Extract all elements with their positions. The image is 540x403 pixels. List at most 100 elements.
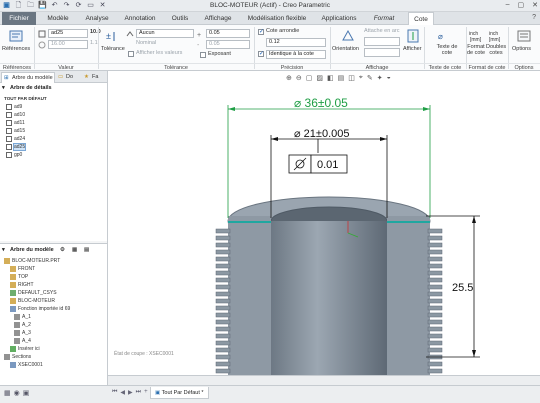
tab-affichage[interactable]: Affichage xyxy=(198,12,238,25)
annotation-display-icon[interactable]: ✎ xyxy=(367,74,373,82)
saved-views-icon[interactable]: ▤ xyxy=(338,74,345,82)
tree-options-icon[interactable]: ▤ xyxy=(84,244,89,256)
tab-outils[interactable]: Outils xyxy=(166,12,194,25)
cylindricity-tolerance[interactable]: 0.01 xyxy=(288,139,348,174)
model-tree-item[interactable]: XSEC0001 xyxy=(0,361,107,369)
dimension-inner-text[interactable]: ⌀ 21±0.005 xyxy=(294,128,349,140)
refit-icon[interactable]: ▢ xyxy=(306,74,313,82)
detail-tree-item[interactable]: ad25 xyxy=(0,143,107,151)
format-cote-icon[interactable]: inch [mm] xyxy=(468,28,484,44)
browser-toggle-icon[interactable]: ◉ xyxy=(14,389,20,397)
tab-dossiers[interactable]: ▭ Do xyxy=(56,72,80,83)
texte-cote-label[interactable]: Texte de cote xyxy=(436,44,458,56)
tolerance-label[interactable]: Tolérance xyxy=(101,46,125,52)
navigator-toggle-icon[interactable]: ▦ xyxy=(4,389,11,397)
tab-analyse[interactable]: Analyse xyxy=(80,12,114,25)
add-sheet-icon[interactable]: + xyxy=(144,389,148,396)
graphics-area[interactable]: ⊕ ⊖ ▢ ▨ ◧ ▤ ◫ ⌖ ✎ ✦ ◒ ⌀ 36±0.05 ⌀ 21±0.0… xyxy=(108,71,540,375)
engine-block-cylinder[interactable] xyxy=(227,196,431,375)
tolerance-value[interactable]: 0.01 xyxy=(317,159,338,171)
detail-tree-item[interactable]: ad9 xyxy=(0,103,107,111)
detail-tree-item[interactable]: ad24 xyxy=(0,135,107,143)
model-tree-item[interactable]: Sections xyxy=(0,353,107,361)
options-label[interactable]: Options xyxy=(512,46,531,52)
identique-cote-select[interactable]: Identique à la cote xyxy=(266,50,326,59)
view-manager-icon[interactable]: ◫ xyxy=(348,74,355,82)
model-view[interactable]: ⌀ 36±0.05 ⌀ 21±0.005 0.01 25.5 État de c… xyxy=(108,71,540,375)
first-sheet-icon[interactable]: ⏮ xyxy=(112,389,117,396)
exposant-checkbox[interactable] xyxy=(200,52,206,58)
tab-modelisation-flexible[interactable]: Modélisation flexible xyxy=(242,12,312,25)
tab-modele[interactable]: Modèle xyxy=(40,12,76,25)
attache-arc-select[interactable] xyxy=(364,37,400,46)
texte-cote-icon[interactable]: ⌀ xyxy=(436,28,452,44)
dimension-value-field[interactable]: 16.00 xyxy=(48,40,88,49)
model-tree-item[interactable]: RIGHT xyxy=(0,281,107,289)
detail-tree-header[interactable]: ▾ Arbre de détails xyxy=(0,83,107,93)
display-select[interactable] xyxy=(364,48,400,57)
collapse-icon[interactable]: ▾ xyxy=(2,244,5,256)
detail-tree-item[interactable]: ad10 xyxy=(0,111,107,119)
prev-sheet-icon[interactable]: ◀ xyxy=(120,389,125,396)
afficher-label[interactable]: Afficher xyxy=(403,46,422,52)
lower-tolerance-field[interactable]: 0.05 xyxy=(206,40,250,49)
dimension-name-field[interactable]: ad25 xyxy=(48,29,88,38)
doubles-cotes-icon[interactable]: inch [mm] xyxy=(488,28,504,44)
format-cote-label[interactable]: Format de cote xyxy=(466,44,486,56)
display-style-icon[interactable]: ◧ xyxy=(327,74,334,82)
minimize-icon[interactable]: – xyxy=(506,1,510,9)
options-icon[interactable] xyxy=(516,28,532,44)
afficher-icon[interactable] xyxy=(405,28,421,44)
orientation-icon[interactable] xyxy=(340,28,356,44)
tab-format[interactable]: Format xyxy=(366,12,402,25)
tab-fichier[interactable]: Fichier xyxy=(2,12,36,25)
detail-tree-item[interactable]: ad15 xyxy=(0,127,107,135)
help-icon[interactable]: ? xyxy=(532,14,536,21)
tab-cote[interactable]: Cote xyxy=(408,12,434,26)
tab-applications[interactable]: Applications xyxy=(316,12,362,25)
detail-tree-item[interactable]: ad11 xyxy=(0,119,107,127)
model-tree-item[interactable]: BLOC-MOTEUR.PRT xyxy=(0,257,107,265)
dimension-outer-text[interactable]: ⌀ 36±0.05 xyxy=(294,96,348,110)
precision-value-select[interactable]: 0.12 xyxy=(266,38,326,47)
tree-filter-icon[interactable]: ▦ xyxy=(72,244,77,256)
identique-cote-checkbox[interactable] xyxy=(258,50,264,57)
references-label[interactable]: Références xyxy=(2,46,30,52)
doubles-cotes-label[interactable]: Doubles cotes xyxy=(486,44,506,56)
datum-display-icon[interactable]: ⌖ xyxy=(359,74,363,82)
model-tree-item[interactable]: Fonction importée id 69 xyxy=(0,305,107,313)
collapse-icon[interactable]: ▾ xyxy=(2,83,5,93)
model-tree-item[interactable]: FRONT xyxy=(0,265,107,273)
upper-tolerance-field[interactable]: 0.05 xyxy=(206,29,250,38)
tree-settings-icon[interactable]: ⚙ xyxy=(60,244,65,256)
next-sheet-icon[interactable]: ▶ xyxy=(128,389,133,396)
detail-tree-item[interactable]: gp0 xyxy=(0,151,107,159)
model-tree-item[interactable]: A_3 xyxy=(0,329,107,337)
decimal-places-alt-icon[interactable]: 1.1 xyxy=(90,40,98,46)
view-state-tab[interactable]: ▣ Tout Par Défaut * xyxy=(150,387,209,399)
model-tree-header[interactable]: ▾ Arbre du modèle ⚙ ▦ ▤ xyxy=(0,243,107,255)
spin-center-icon[interactable]: ✦ xyxy=(377,74,383,82)
repaint-icon[interactable]: ▨ xyxy=(316,74,323,82)
close-icon[interactable]: ✕ xyxy=(532,1,538,9)
tab-arbre-modele[interactable]: ⊞ Arbre du modèle xyxy=(1,72,55,83)
dimension-height-text[interactable]: 25.5 xyxy=(452,282,473,294)
zoom-in-icon[interactable]: ⊕ xyxy=(286,74,292,82)
model-tree-item[interactable]: A_4 xyxy=(0,337,107,345)
tolerance-mode-select[interactable]: Aucun xyxy=(136,29,194,38)
zoom-out-icon[interactable]: ⊖ xyxy=(296,74,302,82)
model-tree-item[interactable]: TOP xyxy=(0,273,107,281)
last-sheet-icon[interactable]: ⏭ xyxy=(136,389,141,396)
references-icon[interactable] xyxy=(8,28,24,44)
orientation-label[interactable]: Orientation xyxy=(332,46,359,52)
tab-annotation[interactable]: Annotation xyxy=(118,12,162,25)
show-values-checkbox[interactable] xyxy=(128,51,134,57)
fullscreen-icon[interactable]: ▣ xyxy=(23,389,30,397)
model-tree-item[interactable]: Insérer ici xyxy=(0,345,107,353)
model-tree-item[interactable]: A_1 xyxy=(0,313,107,321)
model-tree-item[interactable]: BLOC-MOTEUR xyxy=(0,297,107,305)
maximize-icon[interactable]: ▢ xyxy=(518,1,525,9)
model-tree-item[interactable]: DEFAULT_CSYS xyxy=(0,289,107,297)
model-tree-item[interactable]: A_2 xyxy=(0,321,107,329)
decimal-places-icon[interactable]: 10.0 xyxy=(90,29,101,35)
